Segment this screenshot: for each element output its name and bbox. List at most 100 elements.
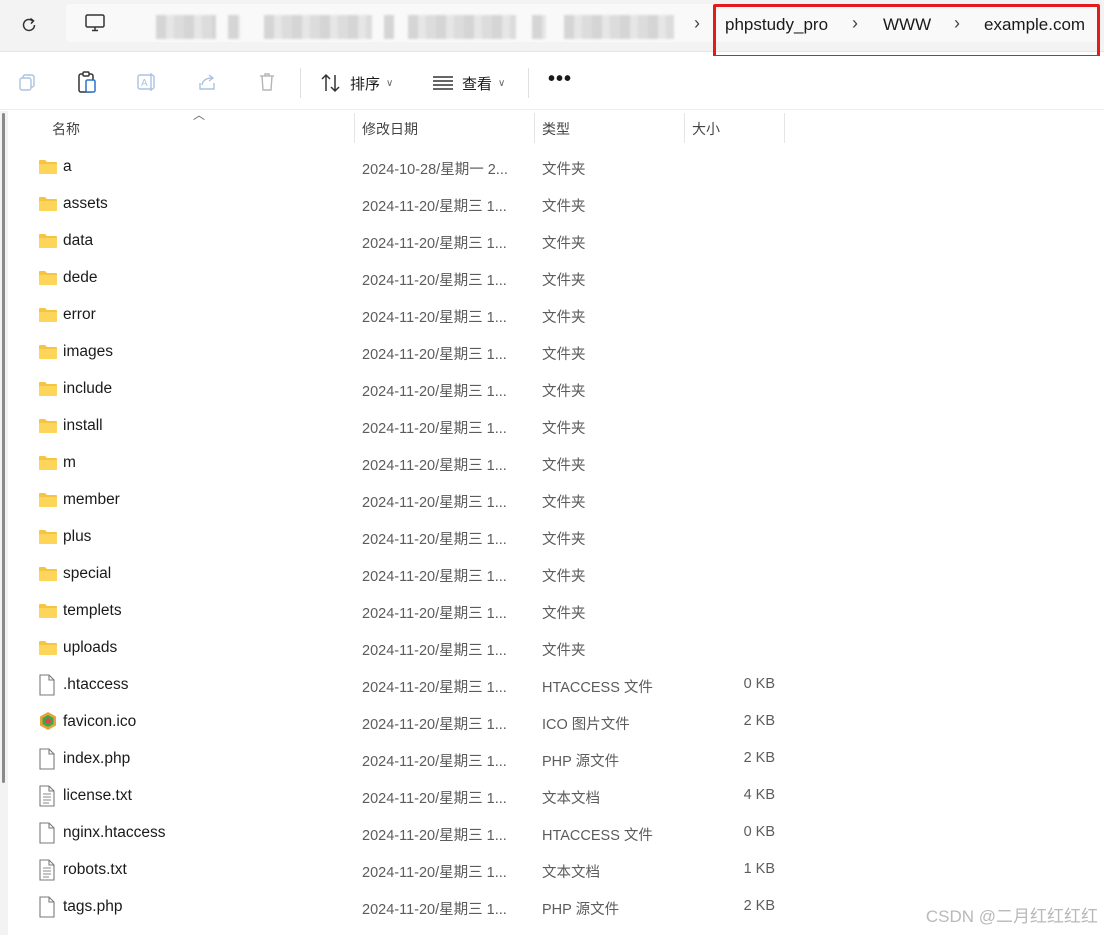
file-size: 2 KB xyxy=(743,713,775,729)
file-list-row[interactable]: include 2024-11-20/星期三 1... 文件夹 xyxy=(0,371,1104,408)
view-button[interactable]: 查看 ∨ xyxy=(432,70,505,96)
file-list: a 2024-10-28/星期一 2... 文件夹 assets 2024-11-20/… xyxy=(0,149,1104,926)
file-modified-date: 2024-11-20/星期三 1... xyxy=(362,717,507,733)
sort-label: 排序 xyxy=(350,75,381,93)
obscured-path-segment xyxy=(564,15,674,39)
file-type: 文件夹 xyxy=(542,162,586,178)
file-modified-date: 2024-11-20/星期三 1... xyxy=(362,273,507,289)
rename-button[interactable]: A xyxy=(134,69,160,95)
file-name: assets xyxy=(63,195,108,212)
file-list-row[interactable]: index.php 2024-11-20/星期三 1... PHP 源文件 2 KB xyxy=(0,741,1104,778)
file-list-row[interactable]: a 2024-10-28/星期一 2... 文件夹 xyxy=(0,149,1104,186)
file-modified-date: 2024-11-20/星期三 1... xyxy=(362,421,507,437)
toolbar-divider xyxy=(300,68,301,98)
file-modified-date: 2024-11-20/星期三 1... xyxy=(362,828,507,844)
folder-icon xyxy=(38,195,58,217)
column-header-row: 名称 修改日期 类型 大小 xyxy=(0,111,1104,143)
folder-icon xyxy=(38,454,58,476)
trash-icon xyxy=(260,73,274,91)
folder-icon xyxy=(38,602,58,624)
file-list-row[interactable]: install 2024-11-20/星期三 1... 文件夹 xyxy=(0,408,1104,445)
sort-button[interactable]: 排序 ∨ xyxy=(320,70,393,96)
svg-text:A: A xyxy=(141,78,148,89)
folder-icon xyxy=(38,639,58,661)
file-modified-date: 2024-11-20/星期三 1... xyxy=(362,680,507,696)
column-divider[interactable] xyxy=(684,113,685,143)
file-name: plus xyxy=(63,528,92,545)
file-list-row[interactable]: uploads 2024-11-20/星期三 1... 文件夹 xyxy=(0,630,1104,667)
file-list-row[interactable]: robots.txt 2024-11-20/星期三 1... 文本文档 1 KB xyxy=(0,852,1104,889)
file-list-row[interactable]: license.txt 2024-11-20/星期三 1... 文本文档 4 KB xyxy=(0,778,1104,815)
file-list-row[interactable]: plus 2024-11-20/星期三 1... 文件夹 xyxy=(0,519,1104,556)
file-name: a xyxy=(63,158,72,175)
breadcrumb-chevron-icon: › xyxy=(694,13,700,33)
file-type: 文件夹 xyxy=(542,310,586,326)
refresh-button[interactable] xyxy=(14,10,44,40)
column-header-type[interactable]: 类型 xyxy=(542,119,570,139)
file-list-row[interactable]: assets 2024-11-20/星期三 1... 文件夹 xyxy=(0,186,1104,223)
file-type: 文件夹 xyxy=(542,347,586,363)
rename-icon: A xyxy=(137,73,155,91)
delete-button[interactable] xyxy=(254,69,280,95)
file-size: 4 KB xyxy=(743,787,775,803)
file-type: PHP 源文件 xyxy=(542,754,620,770)
folder-icon xyxy=(38,417,58,439)
file-type: HTACCESS 文件 xyxy=(542,828,653,844)
file-list-row[interactable]: favicon.ico 2024-11-20/星期三 1... ICO 图片文件 2 … xyxy=(0,704,1104,741)
file-modified-date: 2024-11-20/星期三 1... xyxy=(362,569,507,585)
file-type: 文件夹 xyxy=(542,532,586,548)
chevron-down-icon: ∨ xyxy=(386,77,394,89)
file-modified-date: 2024-10-28/星期一 2... xyxy=(362,162,508,178)
file-list-row[interactable]: special 2024-11-20/星期三 1... 文件夹 xyxy=(0,556,1104,593)
file-modified-date: 2024-11-20/星期三 1... xyxy=(362,199,507,215)
column-header-name[interactable]: 名称 xyxy=(52,119,80,139)
file-icon xyxy=(38,822,58,844)
file-modified-date: 2024-11-20/星期三 1... xyxy=(362,791,507,807)
file-type: 文件夹 xyxy=(542,643,586,659)
file-name: data xyxy=(63,232,94,249)
file-type: 文件夹 xyxy=(542,199,586,215)
column-divider[interactable] xyxy=(784,113,785,143)
paste-button[interactable] xyxy=(74,69,100,95)
file-modified-date: 2024-11-20/星期三 1... xyxy=(362,347,507,363)
file-icon xyxy=(38,896,58,918)
file-type: 文件夹 xyxy=(542,384,586,400)
file-list-row[interactable]: dede 2024-11-20/星期三 1... 文件夹 xyxy=(0,260,1104,297)
file-modified-date: 2024-11-20/星期三 1... xyxy=(362,236,507,252)
file-name: error xyxy=(63,306,96,323)
column-header-size[interactable]: 大小 xyxy=(692,119,720,139)
file-list-row[interactable]: data 2024-11-20/星期三 1... 文件夹 xyxy=(0,223,1104,260)
file-name: robots.txt xyxy=(63,861,127,878)
file-type: 文件夹 xyxy=(542,273,586,289)
file-list-row[interactable]: m 2024-11-20/星期三 1... 文件夹 xyxy=(0,445,1104,482)
file-type: 文本文档 xyxy=(542,791,600,807)
column-header-modified[interactable]: 修改日期 xyxy=(362,119,418,139)
file-modified-date: 2024-11-20/星期三 1... xyxy=(362,384,507,400)
file-list-row[interactable]: member 2024-11-20/星期三 1... 文件夹 xyxy=(0,482,1104,519)
column-divider[interactable] xyxy=(354,113,355,143)
file-list-row[interactable]: .htaccess 2024-11-20/星期三 1... HTACCESS 文件 0… xyxy=(0,667,1104,704)
file-type: 文件夹 xyxy=(542,495,586,511)
more-options-button[interactable]: ••• xyxy=(548,68,572,91)
folder-icon xyxy=(38,380,58,402)
sort-icon xyxy=(321,73,340,93)
file-list-row[interactable]: error 2024-11-20/星期三 1... 文件夹 xyxy=(0,297,1104,334)
file-type: 文件夹 xyxy=(542,236,586,252)
share-button[interactable] xyxy=(194,69,220,95)
file-list-row[interactable]: templets 2024-11-20/星期三 1... 文件夹 xyxy=(0,593,1104,630)
file-name: license.txt xyxy=(63,787,132,804)
paste-icon xyxy=(78,71,96,93)
file-list-row[interactable]: nginx.htaccess 2024-11-20/星期三 1... HTACCES… xyxy=(0,815,1104,852)
copy-button[interactable] xyxy=(14,69,40,95)
file-name: tags.php xyxy=(63,898,123,915)
share-icon xyxy=(199,74,215,90)
file-type: ICO 图片文件 xyxy=(542,717,630,733)
text-file-icon xyxy=(38,859,58,881)
file-name: special xyxy=(63,565,112,582)
obscured-path-segment xyxy=(264,15,372,39)
obscured-path-segment xyxy=(228,15,240,39)
file-size: 2 KB xyxy=(743,750,775,766)
file-modified-date: 2024-11-20/星期三 1... xyxy=(362,865,507,881)
file-list-row[interactable]: images 2024-11-20/星期三 1... 文件夹 xyxy=(0,334,1104,371)
column-divider[interactable] xyxy=(534,113,535,143)
